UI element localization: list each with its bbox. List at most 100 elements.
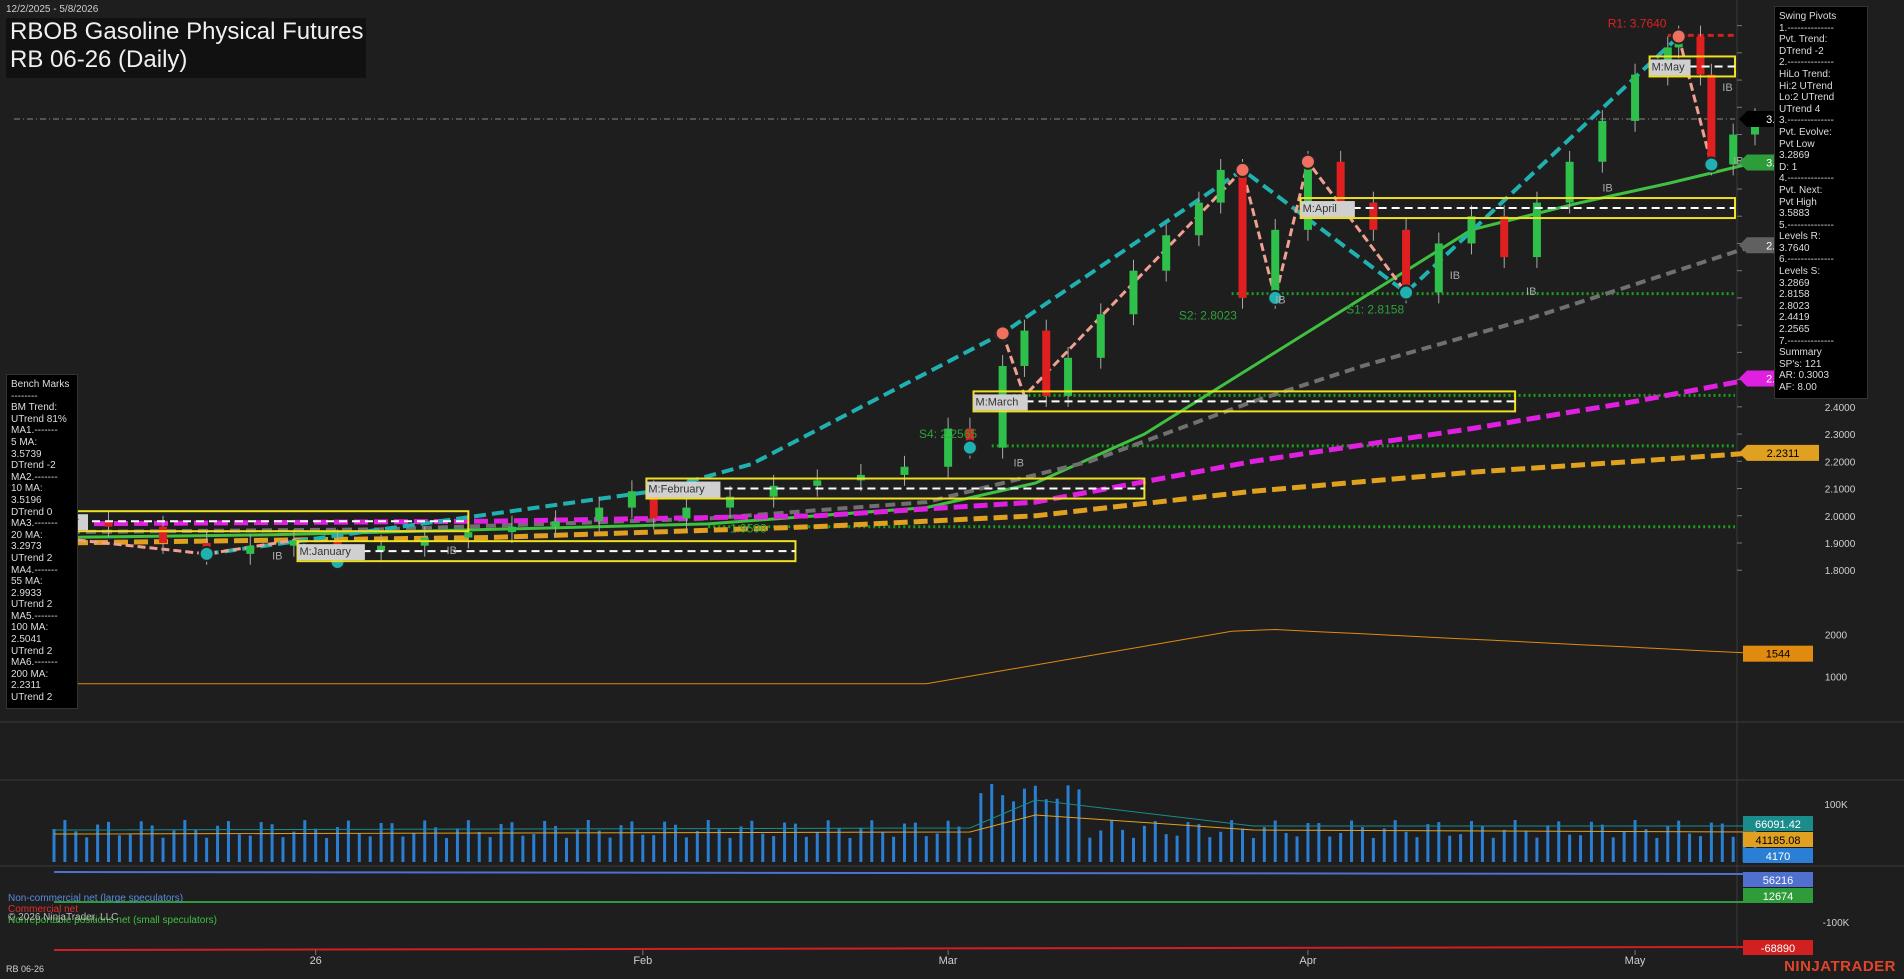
candle-body — [464, 532, 473, 538]
ib-label: IB — [1526, 286, 1536, 298]
swing-pivots-panel: Swing Pivots 1.-------------- Pvt. Trend: D… — [1774, 6, 1868, 399]
candle-body — [1532, 202, 1541, 258]
candle-body — [900, 466, 909, 475]
oi-tick: 1000 — [1825, 672, 1848, 683]
ib-label: IB — [1722, 82, 1732, 94]
price-tick: 2.0000 — [1825, 512, 1856, 523]
bench-mark-line: 200 MA: — [11, 668, 49, 680]
candle-body — [627, 491, 636, 508]
swing-pivot-line: Levels S: — [1779, 266, 1821, 278]
chart-canvas[interactable]: 3.80003.70003.60003.50003.40003.30003.20… — [0, 0, 1904, 979]
candle-body — [682, 507, 691, 519]
swing-pivot-line: 2.-------------- — [1779, 57, 1834, 69]
oi-tick: 2000 — [1825, 631, 1848, 642]
level-label: R1: 3.7640 — [1608, 16, 1667, 30]
swing-pivot-line: 5.-------------- — [1779, 219, 1834, 231]
swing-pivot-line: 7.-------------- — [1779, 335, 1834, 347]
candle-body — [1238, 169, 1247, 298]
bench-mark-line: MA6.------- — [11, 657, 58, 669]
bench-mark-line: UTrend 2 — [11, 645, 53, 657]
oi-tag: 1544 — [1766, 649, 1790, 661]
bench-mark-line: 3.2973 — [11, 541, 42, 553]
swing-pivot-line: 2.2565 — [1779, 324, 1810, 336]
ib-label: IB — [272, 550, 282, 562]
candle-body — [1598, 120, 1607, 162]
candle-body — [1129, 270, 1138, 315]
vpoc-label: M:April — [1303, 203, 1337, 215]
candle-body — [1216, 169, 1225, 203]
candle-body — [507, 526, 516, 533]
swing-pivot-line: UTrend 4 — [1779, 103, 1821, 115]
swing-pivot-line: 3.2869 — [1779, 277, 1810, 289]
x-axis-label: Feb — [633, 955, 652, 967]
pivot-marker — [994, 325, 1011, 342]
instrument-subtitle: RB 06-26 (Daily) — [10, 46, 188, 73]
ib-label: IB — [1275, 294, 1285, 306]
candle-body — [769, 485, 778, 497]
volume-tag: 4170 — [1766, 851, 1790, 863]
volume-tag: 66091.42 — [1755, 819, 1801, 831]
candle-body — [159, 526, 168, 543]
swing-pivot-line: 4.-------------- — [1779, 173, 1834, 185]
swing-pivot-line: AR: 0.3003 — [1779, 370, 1830, 382]
bench-mark-line: UTrend 2 — [11, 552, 53, 564]
vpoc-label: M:March — [976, 396, 1019, 408]
pivot-marker — [198, 545, 215, 562]
chart-title-box: RBOB Gasoline Physical Futures RB 06-26 … — [6, 18, 366, 78]
candle-body — [1369, 202, 1378, 230]
vpoc-label: M:January — [300, 546, 352, 558]
swing-pivot-line: D: 1 — [1779, 161, 1798, 173]
candle-body — [1096, 314, 1105, 358]
bench-mark-line: DTrend -2 — [11, 460, 56, 472]
pivot-marker — [1670, 28, 1687, 45]
candle-body — [246, 545, 255, 554]
swing-pivot-line: Swing Pivots — [1779, 11, 1837, 22]
bench-marks-panel: Bench Marks -------- BM Trend: UTrend 81% MA… — [6, 374, 78, 709]
swing-pivot-line: SP's: 121 — [1779, 358, 1822, 370]
swing-pivot-line: 2.8158 — [1779, 289, 1810, 301]
swing-pivot-line: Pvt. Trend: — [1779, 34, 1828, 46]
cot-tick: -100K — [1823, 918, 1850, 929]
bench-mark-line: MA5.------- — [11, 610, 58, 622]
level-label: S4: 2.2565 — [919, 427, 977, 441]
bench-mark-line: MA1.------- — [11, 425, 58, 437]
swing-pivot-line: 6.-------------- — [1779, 254, 1834, 266]
pivot-marker — [961, 439, 978, 456]
bench-mark-line: UTrend 2 — [11, 599, 53, 611]
swing-pivot-line: 3.2869 — [1779, 150, 1810, 162]
swing-pivot-line: 3.-------------- — [1779, 115, 1834, 127]
level-label: 1.9598 — [730, 522, 767, 536]
swing-pivot-line: 2.4419 — [1779, 312, 1810, 324]
volume-tick: 100K — [1824, 800, 1848, 811]
swing-pivot-line: DTrend -2 — [1779, 45, 1824, 57]
candle-body — [595, 507, 604, 522]
ib-label: IB — [447, 545, 457, 557]
vpoc-label: M:February — [648, 484, 705, 496]
copyright: © 2026 NinjaTrader, LLC — [8, 912, 119, 923]
candle-body — [1500, 216, 1509, 258]
candle-body — [1565, 161, 1574, 203]
candle-body — [1194, 202, 1203, 236]
brand-logo: NINJATRADER — [1784, 958, 1896, 975]
swing-pivot-line: Hi:2 UTrend — [1779, 80, 1833, 92]
price-tag: 2.2311 — [1767, 448, 1800, 460]
pivot-marker — [1234, 161, 1251, 178]
candle-body — [1020, 330, 1029, 366]
volume-tag: 41185.08 — [1755, 835, 1800, 847]
bench-mark-line: 2.9933 — [11, 587, 42, 599]
footer-symbol: RB 06-26 — [6, 964, 45, 974]
candle-body — [1467, 216, 1476, 244]
pivot-marker — [1398, 284, 1415, 301]
price-tick: 1.9000 — [1825, 539, 1856, 550]
bench-mark-line: MA3.------- — [11, 518, 58, 530]
candle-body — [1707, 74, 1716, 165]
swing-pivot-line: 3.7640 — [1779, 242, 1810, 254]
bench-mark-line: -------- — [11, 390, 38, 402]
cot-tag: -68890 — [1761, 943, 1795, 955]
instrument-title: RBOB Gasoline Physical Futures — [10, 18, 364, 45]
candle-body — [1336, 161, 1345, 203]
bench-mark-line: MA4.------- — [11, 564, 58, 576]
bench-mark-line: 3.5196 — [11, 494, 42, 506]
bench-mark-line: BM Trend: — [11, 402, 58, 414]
ib-label: IB — [1014, 458, 1024, 470]
